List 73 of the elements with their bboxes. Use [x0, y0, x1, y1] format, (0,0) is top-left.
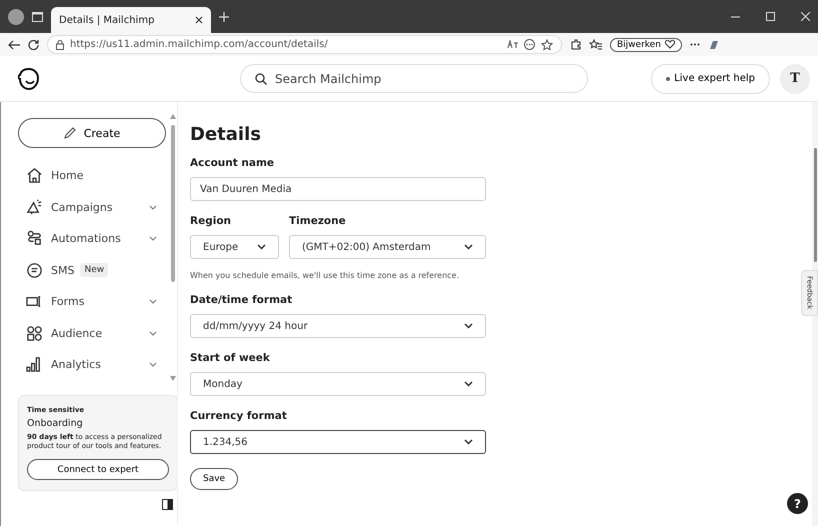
audience-icon: [26, 324, 43, 342]
scroll-up-icon[interactable]: [170, 114, 176, 119]
field-label: Currency format: [190, 410, 287, 422]
connect-button[interactable]: Connect to expert: [27, 459, 169, 480]
search-field[interactable]: Search Mailchimp: [240, 64, 588, 93]
scrollbar-thumb[interactable]: [171, 125, 175, 282]
promo-title: Onboarding: [27, 418, 84, 428]
chevron-down-icon: [149, 236, 157, 242]
create-button[interactable]: Create: [18, 118, 166, 148]
translate-icon[interactable]: [507, 40, 518, 49]
chevron-down-icon: [257, 244, 266, 250]
bar-chart-icon: [26, 356, 43, 374]
region-select[interactable]: Europe: [190, 235, 279, 259]
chevron-down-icon: [149, 330, 157, 336]
chevron-down-icon: [149, 204, 157, 210]
field-label: Timezone: [289, 215, 347, 227]
new-badge: New: [80, 263, 108, 278]
scroll-down-icon[interactable]: [170, 376, 176, 380]
home-icon: [26, 167, 43, 184]
chevron-down-icon: [149, 362, 157, 368]
address-bar[interactable]: https://us11.admin.mailchimp.com/account/details/: [47, 35, 562, 54]
update-button[interactable]: Bijwerken: [610, 38, 682, 52]
minimize-icon[interactable]: [731, 16, 740, 18]
nav-item[interactable]: Forms: [9, 286, 169, 318]
field-label: Account name: [190, 157, 274, 169]
chat-icon: [26, 262, 43, 279]
timezone-hint: When you schedule emails, we'll use this time zone as a reference.: [190, 271, 460, 280]
more-icon[interactable]: [524, 39, 535, 50]
timezone-select[interactable]: (GMT+02:00) Amsterdam: [289, 235, 486, 259]
chevron-down-icon: [464, 439, 473, 445]
megaphone-icon: [26, 198, 43, 216]
reload-icon[interactable]: [28, 39, 39, 50]
field-label: Region: [190, 215, 232, 227]
lock-icon: [56, 40, 64, 50]
flow-icon: [26, 230, 43, 248]
nav-item[interactable]: Automations: [9, 223, 169, 254]
help-button[interactable]: ?: [787, 493, 808, 514]
browser-tab[interactable]: Details | Mailchimp: [51, 7, 211, 33]
search-icon: [255, 72, 267, 84]
scrollbar-thumb[interactable]: [814, 148, 816, 262]
nav-item[interactable]: Analytics: [9, 349, 169, 380]
favorites-icon[interactable]: [589, 39, 602, 50]
heart-icon: [664, 40, 675, 49]
profile-icon[interactable]: [8, 8, 24, 24]
chevron-down-icon: [464, 244, 473, 250]
nav-item[interactable]: SMS New: [9, 254, 169, 286]
sidebar-toggle-icon[interactable]: [162, 499, 173, 510]
user-avatar[interactable]: T: [780, 64, 810, 94]
close-icon[interactable]: [195, 16, 203, 24]
live-help-button[interactable]: Live expert help: [651, 64, 770, 94]
page-title: Details: [190, 124, 261, 145]
field-label: Start of week: [190, 352, 270, 364]
more-icon[interactable]: [690, 43, 700, 46]
save-button[interactable]: Save: [190, 468, 238, 490]
chevron-down-icon: [464, 323, 473, 329]
dropdown-select[interactable]: 1.234,56: [190, 430, 486, 454]
new-tab-icon[interactable]: [219, 12, 229, 22]
nav-item[interactable]: Audience: [9, 318, 169, 349]
nav-item[interactable]: Home: [9, 160, 169, 192]
account-name-field[interactable]: Van Duuren Media: [190, 177, 486, 201]
dropdown-select[interactable]: dd/mm/yyyy 24 hour: [190, 314, 486, 338]
copilot-icon[interactable]: [708, 38, 720, 50]
extensions-icon[interactable]: [570, 39, 581, 50]
back-icon[interactable]: [8, 40, 20, 50]
tab-actions-icon[interactable]: [32, 12, 43, 22]
nav-item[interactable]: Campaigns: [9, 192, 169, 223]
dropdown-select[interactable]: Monday: [190, 372, 486, 396]
pencil-icon: [64, 127, 76, 139]
star-icon[interactable]: [541, 38, 553, 50]
chevron-down-icon: [464, 381, 473, 387]
chevron-down-icon: [149, 299, 157, 304]
maximize-icon[interactable]: [766, 12, 775, 21]
field-label: Date/time format: [190, 294, 292, 306]
